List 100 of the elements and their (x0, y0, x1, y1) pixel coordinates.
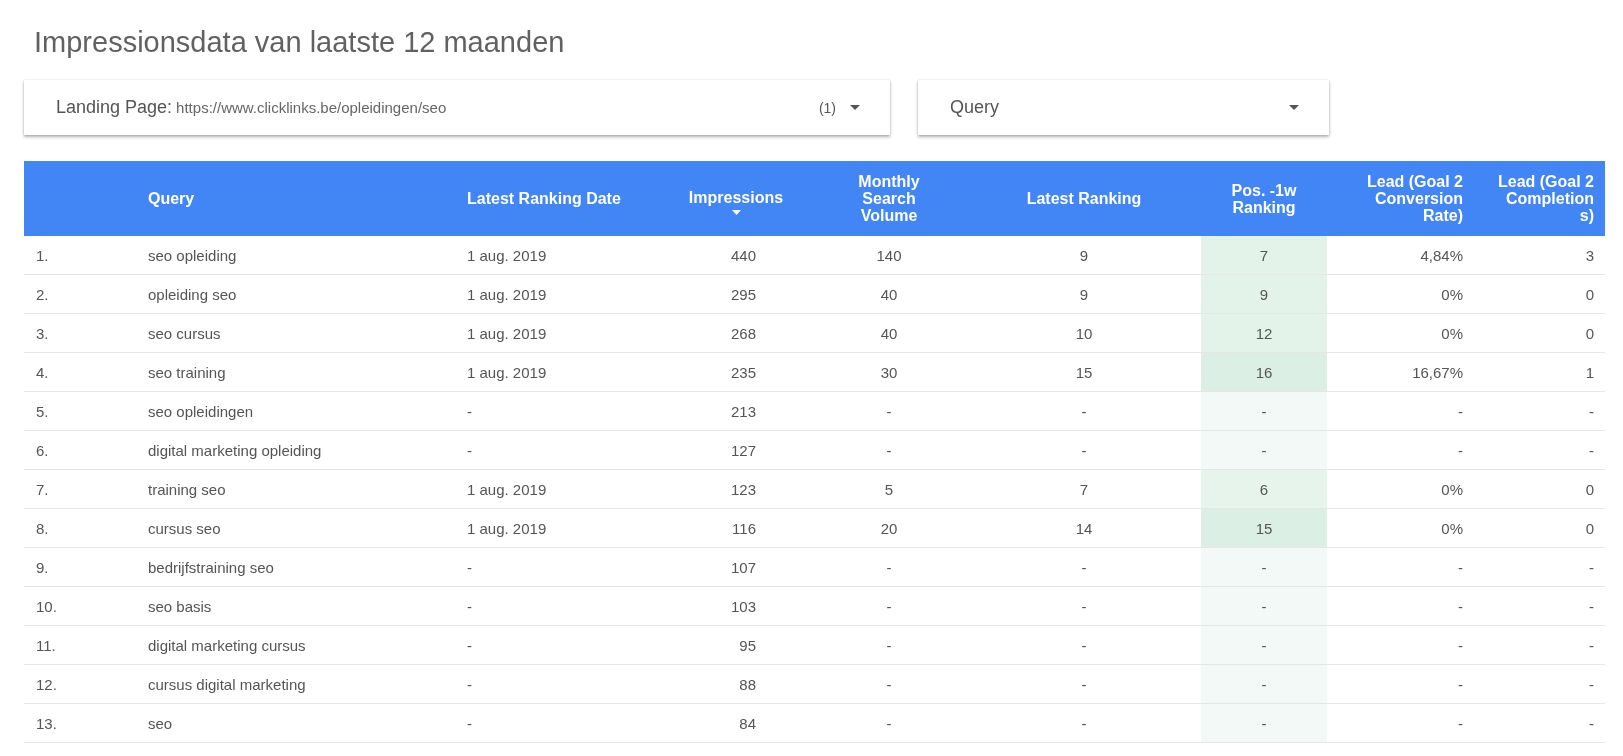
table-cell: 6 (1201, 470, 1327, 508)
table-cell-text: 103 (729, 596, 757, 617)
table-cell-text: - (1588, 596, 1595, 617)
table-cell-text: - (1588, 635, 1595, 656)
row-number: 12. (35, 674, 58, 695)
table-cell-text: - (885, 401, 893, 422)
table-cell-text: - (466, 596, 473, 617)
table-cell-text: - (885, 635, 893, 656)
dropdown-caret-icon (850, 105, 860, 110)
table-cell: 16 (1201, 353, 1327, 391)
table-cell-text: 16,67% (1411, 362, 1464, 383)
table-cell-text: - (1457, 401, 1464, 422)
table-cell-text: - (1457, 713, 1464, 734)
table-cell: 7 (1201, 236, 1327, 274)
table-cell-text: digital marketing opleiding (147, 440, 323, 461)
table-cell-text: 0 (1584, 323, 1595, 344)
table-cell-text: - (1588, 401, 1595, 422)
row-number: 6. (35, 440, 50, 461)
row-number: 1. (35, 245, 50, 266)
table-cell-text: 295 (729, 284, 757, 305)
table-cell-text: - (1457, 635, 1464, 656)
column-header[interactable]: Pos. -1w Ranking (1207, 181, 1321, 216)
row-number: 11. (35, 635, 57, 656)
table-cell: - (1201, 665, 1327, 703)
table-cell-text: - (885, 440, 893, 461)
table-cell-text: 0% (1440, 479, 1464, 500)
table-cell-text: 4,84% (1419, 245, 1464, 266)
table-cell-text: cursus digital marketing (147, 674, 307, 695)
filter-dropdown[interactable]: Landing Page: https://www.clicklinks.be/opleidingen/seo (1) (24, 80, 890, 135)
table-cell-text: 0% (1440, 518, 1464, 539)
table-cell: 9 (1201, 275, 1327, 313)
table-cell-text: 14 (1074, 518, 1094, 539)
table-cell: - (1201, 548, 1327, 586)
table-cell-text: 9 (1078, 245, 1090, 266)
report-title: Impressionsdata van laatste 12 maanden (34, 25, 566, 60)
table-cell-text: - (885, 674, 893, 695)
table-cell-text: 127 (729, 440, 757, 461)
table-cell-text: 0 (1584, 479, 1595, 500)
table-cell-text: 88 (738, 674, 757, 695)
table-cell-text: - (885, 713, 893, 734)
table-cell: 12 (1201, 314, 1327, 352)
table-cell-text: 140 (875, 245, 903, 266)
row-number: 2. (35, 284, 50, 305)
column-header[interactable]: Impressions (688, 188, 784, 206)
filter-label: Landing Page: (56, 97, 173, 118)
table-cell-text: - (1080, 713, 1088, 734)
table-cell: - (1201, 587, 1327, 625)
table-cell-text: 9 (1078, 284, 1090, 305)
filter-dropdown[interactable]: Query (918, 80, 1329, 135)
table-cell-text: - (1080, 635, 1088, 656)
column-header[interactable]: Monthly Search Volume (849, 173, 929, 224)
table-cell: 15 (1201, 509, 1327, 547)
table-cell-text: 1 aug. 2019 (466, 284, 548, 305)
table-cell-text: seo (147, 713, 174, 734)
table-cell-text: 1 aug. 2019 (466, 245, 548, 266)
table-cell-text: seo basis (147, 596, 213, 617)
table-cell: - (1201, 431, 1327, 469)
table-cell-text: 107 (729, 557, 757, 578)
table-cell-text: - (1588, 674, 1595, 695)
table-cell-text: - (885, 596, 893, 617)
table-cell-text: - (1457, 440, 1464, 461)
table-cell-text: 1 aug. 2019 (466, 518, 548, 539)
filter-value: https://www.clicklinks.be/opleidingen/seo (176, 99, 447, 116)
table-cell-text: - (885, 557, 893, 578)
table-cell-text: 116 (731, 518, 757, 539)
table-cell-text: 20 (879, 518, 899, 539)
table-cell-text: 0% (1440, 323, 1464, 344)
table-cell-text: - (1588, 713, 1595, 734)
column-header[interactable]: Query (148, 190, 195, 207)
table-cell-text: - (1080, 557, 1088, 578)
column-header[interactable]: Lead (Goal 2 Completions) (1494, 173, 1594, 224)
table-cell-text: 3 (1584, 245, 1595, 266)
table-cell-text: 40 (879, 284, 899, 305)
table-cell-text: - (1457, 596, 1464, 617)
table-cell-text: 268 (729, 323, 757, 344)
column-header[interactable]: Latest Ranking (1026, 190, 1142, 207)
column-header[interactable]: Lead (Goal 2 Conversion Rate) (1351, 173, 1463, 224)
table-cell-text: 1 aug. 2019 (466, 362, 548, 383)
table-cell: - (1201, 392, 1327, 430)
table-cell-text: - (1457, 557, 1464, 578)
table-cell-text: - (466, 635, 473, 656)
selection-count: (1) (818, 99, 836, 116)
table-cell-text: seo cursus (147, 323, 222, 344)
table-cell: - (1201, 704, 1327, 742)
table-cell-text: 30 (879, 362, 899, 383)
table-cell-text: opleiding seo (147, 284, 238, 305)
table-cell-text: 84 (738, 713, 757, 734)
table-cell-text: cursus seo (147, 518, 222, 539)
table-cell-text: 15 (1074, 362, 1094, 383)
table-cell-text: - (1457, 674, 1464, 695)
row-number: 3. (35, 323, 50, 344)
table-cell-text: - (466, 557, 473, 578)
row-number: 5. (35, 401, 50, 422)
table-cell-text: - (1080, 674, 1088, 695)
row-number: 8. (35, 518, 50, 539)
row-number: 10. (35, 596, 58, 617)
table-cell-text: 40 (879, 323, 899, 344)
table-cell-text: 95 (738, 635, 757, 656)
table-cell-text: 0 (1584, 284, 1595, 305)
column-header[interactable]: Latest Ranking Date (467, 190, 621, 207)
